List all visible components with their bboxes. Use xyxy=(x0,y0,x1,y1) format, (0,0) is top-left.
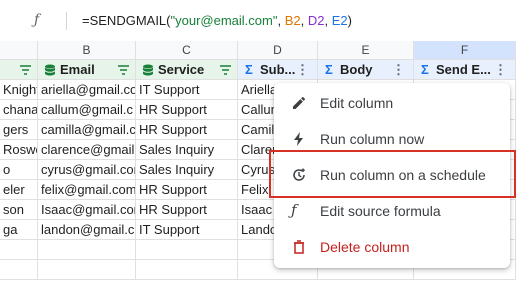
formula-ref-d2: D2 xyxy=(307,13,325,28)
table-cell-c[interactable]: Sales Inquiry xyxy=(136,140,238,160)
sigma-icon: Σ xyxy=(325,62,333,77)
menu-label: Edit column xyxy=(320,95,394,111)
formula-suffix: ) xyxy=(347,13,352,28)
formula-prefix: =SENDGMAIL( xyxy=(82,13,171,28)
header-label-email: Email xyxy=(60,62,95,77)
function-icon: ƒ xyxy=(291,201,297,219)
table-cell-a[interactable] xyxy=(0,260,38,280)
header-cell-body[interactable]: Σ Body ⋮ xyxy=(318,60,414,80)
table-cell-b[interactable]: ariella@gmail.co xyxy=(38,80,136,100)
menu-label: Run column on a schedule xyxy=(320,167,486,183)
table-cell-a[interactable]: o xyxy=(0,160,38,180)
sigma-icon: Σ xyxy=(421,62,429,77)
sigma-icon: Σ xyxy=(245,62,253,77)
menu-item-edit-column[interactable]: Edit column xyxy=(274,85,510,121)
menu-item-run-on-schedule[interactable]: Run column on a schedule xyxy=(274,157,510,193)
header-cell-service[interactable]: Service xyxy=(136,60,238,80)
more-vert-icon[interactable]: ⋮ xyxy=(296,60,309,79)
column-header-b[interactable]: B xyxy=(38,41,136,60)
column-header-f[interactable]: F xyxy=(414,41,516,60)
table-cell-a[interactable] xyxy=(0,240,38,260)
table-cell-b[interactable]: felix@gmail.com xyxy=(38,180,136,200)
menu-label: Run column now xyxy=(320,131,425,147)
menu-label: Delete column xyxy=(320,239,410,255)
column-header-e[interactable]: E xyxy=(318,41,414,60)
table-cell-a[interactable]: Knight xyxy=(0,80,38,100)
table-cell-c[interactable]: HR Support xyxy=(136,120,238,140)
formula-string-arg: "your@email.com" xyxy=(170,13,278,28)
menu-item-run-column-now[interactable]: Run column now xyxy=(274,121,510,157)
menu-item-delete-column[interactable]: Delete column xyxy=(274,229,510,265)
header-cell-email[interactable]: Email xyxy=(38,60,136,80)
menu-label: Edit source formula xyxy=(320,203,441,219)
column-header-a[interactable] xyxy=(0,41,38,60)
table-cell-b[interactable]: Isaac@gmail.com xyxy=(38,200,136,220)
filter-icon[interactable] xyxy=(118,65,129,75)
more-vert-icon[interactable]: ⋮ xyxy=(392,60,405,79)
table-cell-a[interactable]: ga xyxy=(0,220,38,240)
header-label-service: Service xyxy=(158,62,205,77)
table-cell-b[interactable] xyxy=(38,260,136,280)
schedule-icon xyxy=(293,168,305,181)
table-cell-a[interactable]: gers xyxy=(0,120,38,140)
formula-sep: , xyxy=(324,13,332,28)
lightning-icon xyxy=(294,132,303,146)
database-icon xyxy=(142,64,154,76)
trash-icon xyxy=(294,240,304,254)
header-cell-a[interactable] xyxy=(0,60,38,80)
formula-input[interactable]: =SENDGMAIL("your@email.com", B2, D2, E2) xyxy=(82,13,352,28)
formula-bar: ƒ =SENDGMAIL("your@email.com", B2, D2, E… xyxy=(0,0,516,42)
table-cell-b[interactable] xyxy=(38,240,136,260)
filter-icon[interactable] xyxy=(20,65,31,75)
table-cell-b[interactable]: cyrus@gmail.com xyxy=(38,160,136,180)
table-cell-b[interactable]: landon@gmail.c xyxy=(38,220,136,240)
pencil-icon xyxy=(293,96,306,109)
table-cell-c[interactable]: IT Support xyxy=(136,80,238,100)
formula-ref-e2: E2 xyxy=(331,13,348,28)
formula-sep: , xyxy=(277,13,285,28)
formula-ref-b2: B2 xyxy=(284,13,301,28)
header-label-subject: Sub... xyxy=(260,62,296,77)
table-cell-b[interactable]: callum@gmail.c xyxy=(38,100,136,120)
header-cell-subject[interactable]: Σ Sub... ⋮ xyxy=(238,60,318,80)
table-cell-b[interactable]: clarence@gmail. xyxy=(38,140,136,160)
table-cell-c[interactable] xyxy=(136,240,238,260)
database-icon xyxy=(44,64,56,76)
formula-sep: , xyxy=(300,13,308,28)
column-header-c[interactable]: C xyxy=(136,41,238,60)
table-cell-a[interactable]: son xyxy=(0,200,38,220)
table-cell-c[interactable]: HR Support xyxy=(136,180,238,200)
column-context-menu: Edit column Run column now Run column on… xyxy=(274,83,510,268)
formula-bar-divider xyxy=(66,12,67,30)
filter-icon[interactable] xyxy=(220,65,231,75)
more-vert-icon[interactable]: ⋮ xyxy=(494,60,507,79)
table-cell-a[interactable]: chana xyxy=(0,100,38,120)
table-cell-c[interactable]: Sales Inquiry xyxy=(136,160,238,180)
function-icon: ƒ xyxy=(34,12,40,28)
header-cell-send-email[interactable]: Σ Send E... ⋮ xyxy=(414,60,516,80)
column-header-d[interactable]: D xyxy=(238,41,318,60)
table-cell-c[interactable]: IT Support xyxy=(136,220,238,240)
table-cell-b[interactable]: camilla@gmail.c xyxy=(38,120,136,140)
table-cell-c[interactable] xyxy=(136,260,238,280)
table-cell-c[interactable]: HR Support xyxy=(136,100,238,120)
table-cell-a[interactable]: Roswe xyxy=(0,140,38,160)
header-label-body: Body xyxy=(340,62,373,77)
table-cell-c[interactable]: HR Support xyxy=(136,200,238,220)
header-label-send-email: Send E... xyxy=(436,62,491,77)
table-cell-a[interactable]: eler xyxy=(0,180,38,200)
menu-item-edit-source-formula[interactable]: ƒ Edit source formula xyxy=(274,193,510,229)
